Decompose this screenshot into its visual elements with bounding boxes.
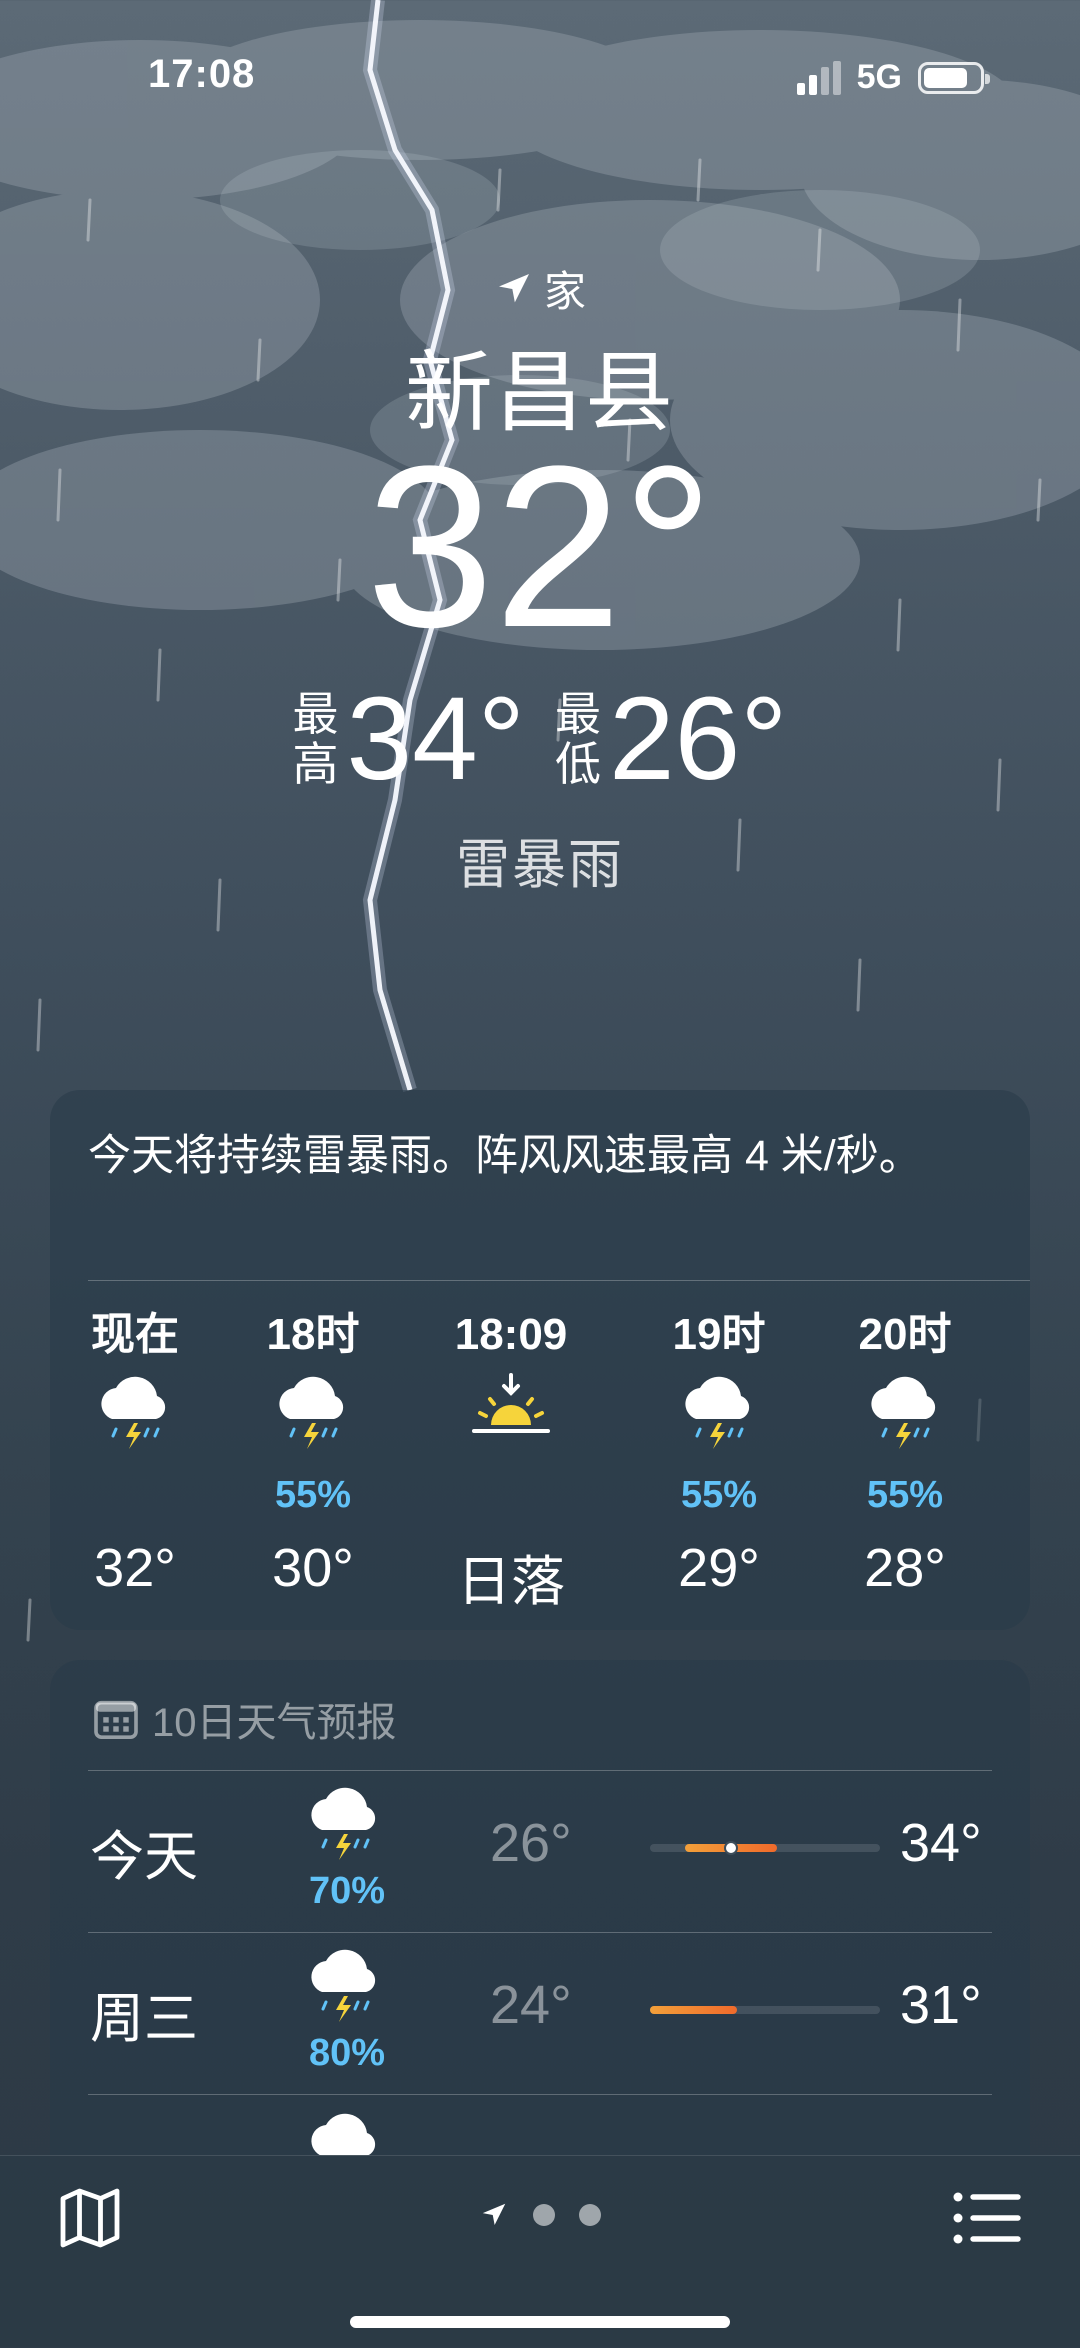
hour-item-18: 18时 55% 30° bbox=[228, 1305, 398, 1599]
divider bbox=[88, 2094, 992, 2095]
day-high: 34° bbox=[900, 1813, 982, 1873]
divider bbox=[88, 1932, 992, 1933]
thunderstorm-icon bbox=[50, 1373, 220, 1473]
page-dot[interactable] bbox=[533, 2204, 555, 2226]
high-temperature: 34° bbox=[346, 673, 525, 805]
day-row-wednesday[interactable]: 周三 80% 24° 31° bbox=[50, 1934, 1030, 2094]
current-temperature: 32° bbox=[366, 418, 714, 675]
thunderstorm-icon bbox=[300, 1946, 400, 2036]
battery-icon bbox=[918, 61, 990, 94]
status-bar: 17:08 5G bbox=[0, 0, 1080, 150]
precip-chance: 70% bbox=[308, 1870, 386, 1912]
status-time: 17:08 bbox=[148, 52, 256, 96]
hour-item-now: 现在 32° bbox=[50, 1305, 220, 1599]
ten-day-forecast-card[interactable]: 10日天气预报 今天 70% 26° 34° 周三 80% 24° 31° bbox=[50, 1660, 1030, 2180]
temperature-range-bar bbox=[650, 2006, 880, 2014]
day-high: 31° bbox=[900, 1975, 982, 2035]
precip-chance: 80% bbox=[308, 2032, 386, 2074]
list-button[interactable] bbox=[952, 2186, 1024, 2250]
day-low: 26° bbox=[490, 1813, 572, 1873]
thunderstorm-icon bbox=[228, 1373, 398, 1473]
low-temperature: 26° bbox=[609, 673, 788, 805]
day-row-today[interactable]: 今天 70% 26° 34° bbox=[50, 1772, 1030, 1932]
location-arrow-icon bbox=[482, 2203, 506, 2225]
hour-item-19: 19时 55% 29° bbox=[634, 1305, 804, 1599]
temperature-range-bar bbox=[650, 1841, 880, 1855]
hour-item-sunset: 18:09 日落 bbox=[426, 1305, 596, 1616]
thunderstorm-icon bbox=[820, 1373, 990, 1473]
location-tag-label: 家 bbox=[543, 268, 586, 315]
page-indicator[interactable] bbox=[0, 2200, 1080, 2230]
ten-day-title: 10日天气预报 bbox=[152, 1701, 397, 1745]
high-temperature-group: 最 高 34° bbox=[293, 680, 525, 798]
divider bbox=[88, 1280, 1030, 1281]
sunset-icon bbox=[426, 1373, 596, 1473]
divider bbox=[88, 1770, 992, 1771]
low-label: 最 低 bbox=[555, 688, 601, 790]
low-temperature-group: 最 低 26° bbox=[555, 680, 787, 798]
page-dot[interactable] bbox=[579, 2204, 601, 2226]
bottom-toolbar bbox=[0, 2155, 1080, 2348]
thunderstorm-icon bbox=[300, 1784, 400, 1874]
network-type: 5G bbox=[856, 58, 902, 96]
hourly-forecast-card[interactable]: 今天将持续雷暴雨。阵风风速最高 4 米/秒。 现在 32° 18时 55% 30… bbox=[50, 1090, 1030, 1630]
hour-item-20: 20时 55% 28° bbox=[820, 1305, 990, 1599]
forecast-summary: 今天将持续雷暴雨。阵风风速最高 4 米/秒。 bbox=[88, 1132, 922, 1180]
thunderstorm-icon bbox=[634, 1373, 804, 1473]
ten-day-header: 10日天气预报 bbox=[94, 1690, 397, 1748]
signal-icon bbox=[796, 60, 841, 95]
day-name: 今天 bbox=[90, 1827, 198, 1887]
location-arrow-icon bbox=[498, 273, 529, 302]
calendar-icon bbox=[94, 1700, 138, 1739]
high-low: 最 高 34° 最 低 26° bbox=[0, 680, 1080, 798]
day-name: 周三 bbox=[90, 1989, 198, 2049]
list-icon bbox=[953, 2192, 1021, 2244]
high-label: 最 高 bbox=[292, 688, 339, 790]
location-tag: 家 bbox=[0, 258, 1080, 319]
current-temp-marker bbox=[723, 1841, 738, 1855]
weather-condition: 雷暴雨 bbox=[456, 835, 624, 895]
day-low: 24° bbox=[490, 1975, 572, 2035]
home-indicator bbox=[350, 2316, 730, 2328]
status-indicators: 5G bbox=[796, 58, 990, 97]
